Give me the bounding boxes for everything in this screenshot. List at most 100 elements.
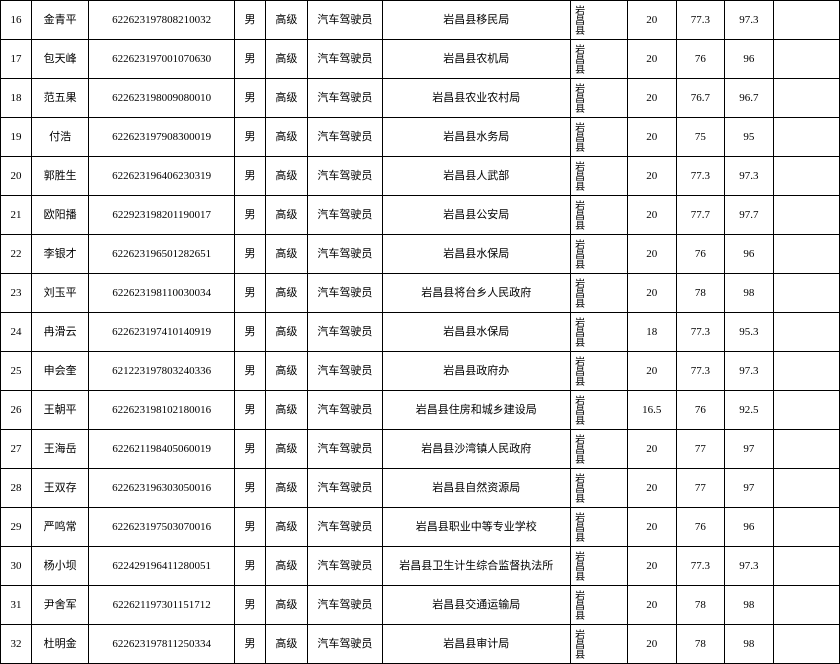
cell-unit: 岩昌县水保局 bbox=[382, 313, 570, 352]
cell-cert: 岩昌县 bbox=[570, 157, 627, 196]
cell-score3: 96.7 bbox=[725, 79, 774, 118]
cell-level: 高级 bbox=[265, 391, 307, 430]
cell-id: 622429196411280051 bbox=[89, 547, 235, 586]
cell-score3: 97.3 bbox=[725, 547, 774, 586]
cell-no: 26 bbox=[1, 391, 32, 430]
cell-cert: 岩昌县 bbox=[570, 508, 627, 547]
cell-remark bbox=[773, 40, 839, 79]
cell-score1: 20 bbox=[627, 586, 676, 625]
table-row: 18范五果622623198009080010男高级汽车驾驶员岩昌县农业农村局岩… bbox=[1, 79, 840, 118]
cell-id: 622623198110030034 bbox=[89, 274, 235, 313]
cell-cert: 岩昌县 bbox=[570, 235, 627, 274]
cell-gender: 男 bbox=[235, 40, 266, 79]
cell-no: 30 bbox=[1, 547, 32, 586]
cell-score2: 77 bbox=[676, 430, 725, 469]
cell-score3: 97.3 bbox=[725, 157, 774, 196]
cell-type: 汽车驾驶员 bbox=[307, 430, 382, 469]
cell-remark bbox=[773, 196, 839, 235]
cell-gender: 男 bbox=[235, 313, 266, 352]
cell-cert: 岩昌县 bbox=[570, 313, 627, 352]
cell-score2: 78 bbox=[676, 274, 725, 313]
cell-score1: 20 bbox=[627, 352, 676, 391]
cell-remark bbox=[773, 118, 839, 157]
cell-score3: 97.3 bbox=[725, 1, 774, 40]
cell-score1: 20 bbox=[627, 157, 676, 196]
table-row: 31尹舍军622621197301151712男高级汽车驾驶员岩昌县交通运输局岩… bbox=[1, 586, 840, 625]
cell-unit: 岩昌县移民局 bbox=[382, 1, 570, 40]
cell-remark bbox=[773, 79, 839, 118]
cell-name: 包天峰 bbox=[31, 40, 88, 79]
cell-name: 范五果 bbox=[31, 79, 88, 118]
cell-score3: 97.3 bbox=[725, 352, 774, 391]
cell-no: 23 bbox=[1, 274, 32, 313]
cell-gender: 男 bbox=[235, 430, 266, 469]
cell-score2: 76 bbox=[676, 508, 725, 547]
cell-level: 高级 bbox=[265, 430, 307, 469]
cell-name: 欧阳播 bbox=[31, 196, 88, 235]
cell-score2: 75 bbox=[676, 118, 725, 157]
cell-remark bbox=[773, 313, 839, 352]
cell-gender: 男 bbox=[235, 157, 266, 196]
cell-name: 杨小坝 bbox=[31, 547, 88, 586]
cell-level: 高级 bbox=[265, 196, 307, 235]
cell-name: 王双存 bbox=[31, 469, 88, 508]
cell-score2: 77 bbox=[676, 469, 725, 508]
cell-score2: 77.3 bbox=[676, 547, 725, 586]
table-row: 16金青平622623197808210032男高级汽车驾驶员岩昌县移民局岩昌县… bbox=[1, 1, 840, 40]
cell-remark bbox=[773, 157, 839, 196]
table-row: 17包天峰622623197001070630男高级汽车驾驶员岩昌县农机局岩昌县… bbox=[1, 40, 840, 79]
cell-type: 汽车驾驶员 bbox=[307, 157, 382, 196]
cell-level: 高级 bbox=[265, 625, 307, 664]
cell-cert: 岩昌县 bbox=[570, 118, 627, 157]
cell-remark bbox=[773, 430, 839, 469]
cell-type: 汽车驾驶员 bbox=[307, 196, 382, 235]
cell-score2: 76.7 bbox=[676, 79, 725, 118]
table-row: 24冉滑云622623197410140919男高级汽车驾驶员岩昌县水保局岩昌县… bbox=[1, 313, 840, 352]
cell-type: 汽车驾驶员 bbox=[307, 1, 382, 40]
cell-cert: 岩昌县 bbox=[570, 469, 627, 508]
cell-id: 622623197808210032 bbox=[89, 1, 235, 40]
table-row: 30杨小坝622429196411280051男高级汽车驾驶员岩昌县卫生计生综合… bbox=[1, 547, 840, 586]
cell-no: 24 bbox=[1, 313, 32, 352]
cell-score1: 20 bbox=[627, 79, 676, 118]
cell-id: 622623197908300019 bbox=[89, 118, 235, 157]
cell-cert: 岩昌县 bbox=[570, 274, 627, 313]
cell-gender: 男 bbox=[235, 118, 266, 157]
cell-remark bbox=[773, 274, 839, 313]
cell-id: 622623197811250334 bbox=[89, 625, 235, 664]
cell-gender: 男 bbox=[235, 586, 266, 625]
cell-unit: 岩昌县公安局 bbox=[382, 196, 570, 235]
cell-score1: 20 bbox=[627, 430, 676, 469]
cell-id: 622623197001070630 bbox=[89, 40, 235, 79]
cell-cert: 岩昌县 bbox=[570, 196, 627, 235]
cell-gender: 男 bbox=[235, 274, 266, 313]
cell-cert: 岩昌县 bbox=[570, 547, 627, 586]
cell-no: 16 bbox=[1, 1, 32, 40]
cell-type: 汽车驾驶员 bbox=[307, 469, 382, 508]
table-row: 26王朝平622623198102180016男高级汽车驾驶员岩昌县住房和城乡建… bbox=[1, 391, 840, 430]
cell-unit: 岩昌县水保局 bbox=[382, 235, 570, 274]
cell-level: 高级 bbox=[265, 157, 307, 196]
cell-type: 汽车驾驶员 bbox=[307, 352, 382, 391]
table-row: 28王双存622623196303050016男高级汽车驾驶员岩昌县自然资源局岩… bbox=[1, 469, 840, 508]
cell-name: 刘玉平 bbox=[31, 274, 88, 313]
cell-unit: 岩昌县农业农村局 bbox=[382, 79, 570, 118]
cell-type: 汽车驾驶员 bbox=[307, 118, 382, 157]
cell-type: 汽车驾驶员 bbox=[307, 547, 382, 586]
cell-remark bbox=[773, 625, 839, 664]
cell-remark bbox=[773, 352, 839, 391]
cell-no: 22 bbox=[1, 235, 32, 274]
cell-type: 汽车驾驶员 bbox=[307, 586, 382, 625]
cell-level: 高级 bbox=[265, 547, 307, 586]
cell-cert: 岩昌县 bbox=[570, 625, 627, 664]
cell-no: 20 bbox=[1, 157, 32, 196]
cell-score3: 95.3 bbox=[725, 313, 774, 352]
cell-score2: 78 bbox=[676, 625, 725, 664]
cell-unit: 岩昌县卫生计生综合监督执法所 bbox=[382, 547, 570, 586]
cell-id: 621223197803240336 bbox=[89, 352, 235, 391]
cell-score1: 20 bbox=[627, 508, 676, 547]
cell-name: 金青平 bbox=[31, 1, 88, 40]
cell-score2: 77.7 bbox=[676, 196, 725, 235]
cell-no: 31 bbox=[1, 586, 32, 625]
cell-no: 28 bbox=[1, 469, 32, 508]
